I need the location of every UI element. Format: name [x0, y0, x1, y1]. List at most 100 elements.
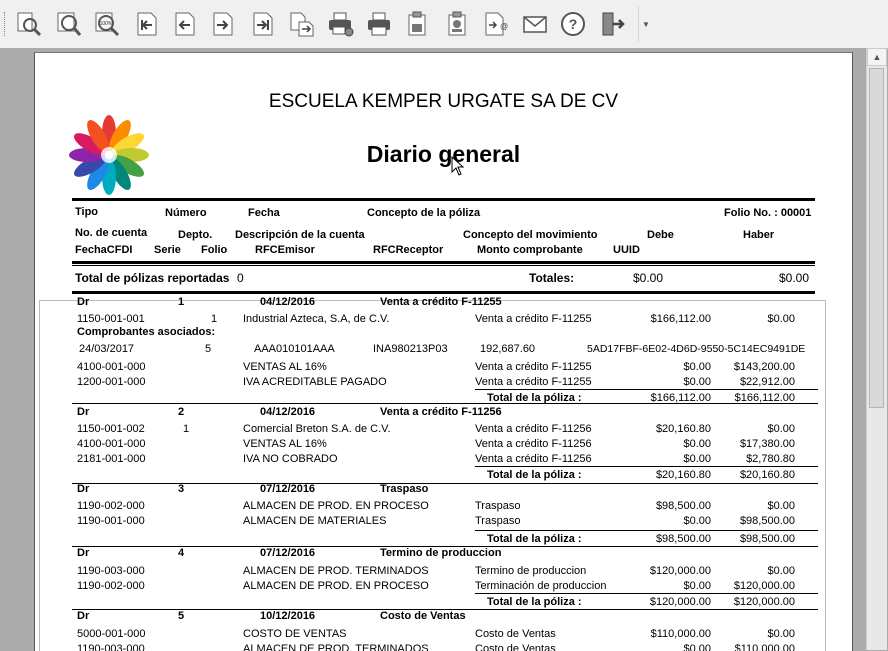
mov-cuenta: 1190-002-000: [77, 500, 145, 512]
exit-button[interactable]: [596, 6, 630, 42]
header-bottom-rule-thin: [72, 265, 815, 266]
col-tipo: Tipo: [75, 206, 99, 218]
comprobante-folio: 5: [205, 343, 212, 355]
mov-descripcion: ALMACEN DE PROD. TERMINADOS: [243, 565, 429, 577]
mov-descripcion: ALMACEN DE PROD. EN PROCESO: [243, 580, 429, 592]
mov-cuenta: 1150-001-001: [77, 313, 145, 325]
mov-concepto: Venta a crédito F-11255: [475, 376, 592, 388]
last-page-icon: [253, 12, 273, 36]
mov-debe: $0.00: [683, 515, 711, 527]
email-icon: [523, 16, 547, 33]
report-title: Diario general: [366, 141, 521, 167]
poliza-tipo: Dr: [77, 483, 90, 495]
poliza-concepto: Venta a crédito F-11256: [380, 406, 502, 418]
col-uuid: UUID: [613, 244, 640, 256]
svg-text:?: ?: [569, 16, 578, 32]
previous-page-icon: [175, 12, 195, 36]
total-polizas-count: 0: [237, 271, 244, 285]
poliza-total-label: Total de la póliza :: [487, 533, 582, 545]
col-fecha-cfdi: FechaCFDI: [75, 244, 133, 256]
chevron-up-icon: ▲: [872, 52, 882, 62]
poliza-concepto: Venta a crédito F-11255: [380, 296, 502, 308]
send-file-button[interactable]: @: [478, 6, 512, 42]
poliza-tipo: Dr: [77, 610, 90, 622]
mov-haber: $0.00: [767, 628, 795, 640]
mov-haber: $143,200.00: [733, 361, 795, 373]
folio-number: Folio No. : 00001: [724, 207, 812, 219]
mov-descripcion: VENTAS AL 16%: [243, 438, 327, 450]
poliza-numero: 1: [178, 296, 185, 308]
send-file-icon: @: [485, 12, 508, 36]
save-report-button[interactable]: [400, 6, 434, 42]
comprobante-monto: 192,687.60: [480, 343, 536, 355]
first-page-icon: [137, 12, 157, 36]
scroll-up-button[interactable]: ▲: [867, 48, 887, 66]
poliza-concepto: Costo de Ventas: [380, 610, 466, 622]
mov-descripcion: IVA NO COBRADO: [243, 453, 338, 465]
open-report-icon: [448, 11, 466, 36]
mov-descripcion: ALMACEN DE MATERIALES: [243, 515, 387, 527]
col-serie: Serie: [154, 244, 181, 256]
col-folio: Folio: [201, 244, 228, 256]
poliza-total-haber: $20,160.80: [739, 469, 795, 481]
print-setup-button[interactable]: [324, 6, 358, 42]
mov-cuenta: 1200-001-000: [77, 376, 146, 388]
report-page: ESCUELA KEMPER URGATE SA DE CV Diario ge…: [34, 52, 853, 651]
poliza-concepto: Termino de produccion: [380, 547, 502, 559]
poliza-fecha: 04/12/2016: [260, 406, 316, 418]
mov-haber: $0.00: [767, 423, 795, 435]
mov-debe: $98,500.00: [655, 500, 711, 512]
mov-descripcion: IVA ACREDITABLE PAGADO: [243, 376, 387, 388]
mov-descripcion: Industrial Azteca, S.A, de C.V.: [243, 313, 390, 325]
header-bottom-rule: [72, 261, 815, 264]
mov-debe: $166,112.00: [650, 313, 711, 325]
toolbar-grip[interactable]: [4, 12, 8, 36]
mov-cuenta: 4100-001-000: [77, 438, 146, 450]
scroll-thumb[interactable]: [869, 68, 884, 408]
poliza-tipo: Dr: [77, 406, 90, 418]
first-page-button[interactable]: [130, 6, 164, 42]
totales-haber: $0.00: [779, 271, 810, 285]
export-button[interactable]: [284, 6, 318, 42]
toolbar-overflow-button[interactable]: ▼: [638, 6, 653, 42]
mov-concepto: Termino de produccion: [475, 565, 587, 577]
col-concepto-mov: Concepto del movimiento: [463, 229, 598, 241]
mov-concepto: Venta a crédito F-11255: [475, 313, 592, 325]
chevron-down-icon: ▼: [642, 19, 650, 29]
poliza-total-debe: $20,160.80: [655, 469, 711, 481]
col-haber: Haber: [743, 229, 775, 241]
open-report-button[interactable]: [440, 6, 474, 42]
poliza-fecha: 04/12/2016: [260, 296, 316, 308]
col-rfc-receptor: RFCReceptor: [373, 244, 444, 256]
mov-cuenta: 1190-002-000: [77, 580, 145, 592]
export-icon: [290, 12, 314, 37]
mov-concepto: Costo de Ventas: [475, 628, 556, 640]
mov-concepto: Venta a crédito F-11256: [475, 438, 592, 450]
mov-concepto: Traspaso: [475, 500, 521, 512]
col-descripcion: Descripción de la cuenta: [235, 229, 365, 241]
next-page-button[interactable]: [206, 6, 240, 42]
poliza-tipo: Dr: [77, 296, 90, 308]
total-rule: [475, 466, 818, 467]
poliza-fecha: 07/12/2016: [260, 483, 316, 495]
mov-debe: $120,000.00: [649, 565, 711, 577]
mov-descripcion: Comercial Breton S.A. de C.V.: [243, 423, 391, 435]
col-debe: Debe: [647, 229, 674, 241]
last-page-button[interactable]: [246, 6, 280, 42]
zoom-100-button[interactable]: 100%: [90, 6, 124, 42]
poliza-total-haber: $98,500.00: [739, 533, 795, 545]
mov-haber: $22,912.00: [739, 376, 795, 388]
mov-haber: $0.00: [767, 313, 795, 325]
mov-debe: $110,000.00: [650, 628, 711, 640]
print-button[interactable]: [362, 6, 396, 42]
mov-debe: $0.00: [683, 453, 711, 465]
vertical-scrollbar[interactable]: ▲: [866, 48, 887, 650]
print-icon: [368, 12, 390, 36]
mov-descripcion: ALMACEN DE PROD. EN PROCESO: [243, 500, 429, 512]
zoom-width-button[interactable]: [52, 6, 86, 42]
help-button[interactable]: ?: [556, 6, 590, 42]
email-button[interactable]: [518, 6, 552, 42]
zoom-page-button[interactable]: [12, 6, 46, 42]
poliza-total-label: Total de la póliza :: [487, 596, 582, 608]
previous-page-button[interactable]: [168, 6, 202, 42]
